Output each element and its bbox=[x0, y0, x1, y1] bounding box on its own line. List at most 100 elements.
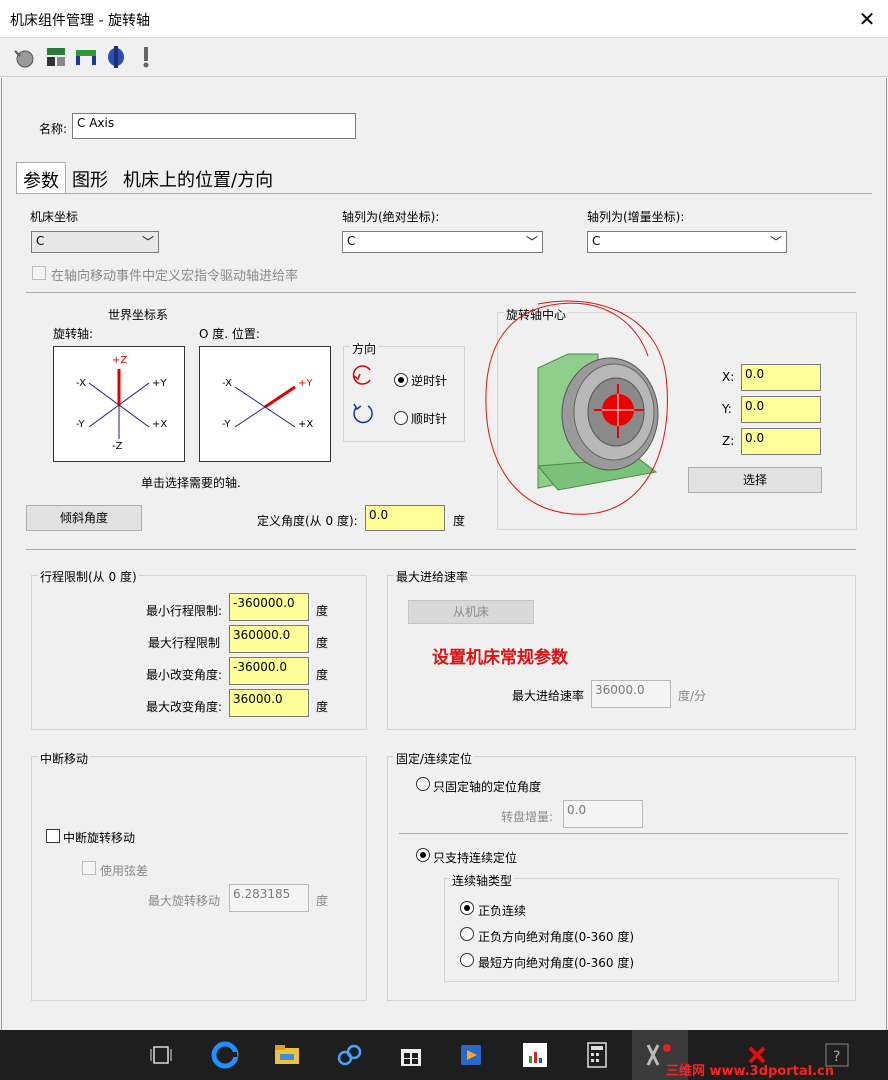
opt1-radio[interactable] bbox=[460, 901, 474, 915]
table-inc-input[interactable]: 0.0 bbox=[563, 800, 643, 828]
cont-type-title: 连续轴类型 bbox=[450, 872, 515, 889]
zero-pos-diagram[interactable]: +Y +X -X -Y bbox=[199, 346, 331, 462]
fixed-radio-label: 只固定轴的定位角度 bbox=[433, 780, 542, 794]
zero-px-label: +X bbox=[298, 419, 314, 430]
axis-icon[interactable] bbox=[104, 45, 128, 69]
zero-pos-label: O 度. 位置: bbox=[199, 327, 260, 341]
fixed-radio[interactable] bbox=[416, 777, 430, 791]
axis-abs-combo[interactable]: C ﹀ bbox=[342, 231, 543, 253]
chevron-down-icon: ﹀ bbox=[769, 235, 782, 249]
network-icon[interactable] bbox=[334, 1040, 364, 1070]
direction-group bbox=[343, 346, 465, 442]
max-change-unit: 度 bbox=[316, 700, 329, 714]
opt2-radio[interactable] bbox=[460, 927, 474, 941]
from-machine-button[interactable]: 从机床 bbox=[408, 600, 534, 624]
svg-text:?: ? bbox=[833, 1049, 840, 1065]
define-angle-unit: 度 bbox=[453, 514, 466, 528]
break-rotation-checkbox[interactable] bbox=[46, 829, 60, 843]
bracket-icon[interactable] bbox=[74, 45, 98, 69]
center-z-label: Z: bbox=[722, 434, 735, 448]
watermark: 三维网 www.3dportal.cn bbox=[666, 1064, 835, 1079]
min-change-unit: 度 bbox=[316, 668, 329, 682]
tab-params[interactable]: 参数 bbox=[16, 162, 66, 194]
rot-nz-label: -Z bbox=[112, 441, 123, 452]
machine-coord-label: 机床坐标 bbox=[30, 210, 79, 224]
min-travel-input[interactable]: -360000.0 bbox=[229, 593, 309, 621]
define-angle-label: 定义角度(从 0 度): bbox=[257, 514, 358, 528]
break-move-group bbox=[31, 756, 367, 1001]
continuous-radio[interactable] bbox=[416, 848, 430, 862]
zero-ny-label: -Y bbox=[222, 419, 231, 430]
file-explorer-icon[interactable] bbox=[272, 1040, 302, 1070]
macro-checkbox-label: 在轴向移动事件中定义宏指令驱动轴进给率 bbox=[51, 269, 299, 284]
rot-axis-diagram[interactable]: +Z +Y +X -X -Y -Z bbox=[53, 346, 185, 462]
max-travel-input[interactable]: 360000.0 bbox=[229, 625, 309, 653]
machine-coord-value: C bbox=[36, 234, 45, 248]
axis-inc-combo[interactable]: C ﹀ bbox=[587, 231, 787, 253]
tilt-angle-button[interactable]: 倾斜角度 bbox=[26, 505, 142, 531]
define-angle-input[interactable]: 0.0 bbox=[365, 505, 445, 531]
window-title: 机床组件管理 - 旋转轴 bbox=[10, 13, 150, 29]
rot-px-label: +X bbox=[152, 419, 168, 430]
max-feed-input[interactable]: 36000.0 bbox=[591, 680, 671, 708]
center-y-input[interactable]: 0.0 bbox=[741, 396, 821, 423]
module-icon[interactable] bbox=[44, 45, 68, 69]
center-x-input[interactable]: 0.0 bbox=[741, 364, 821, 391]
cw-label: 顺时针 bbox=[411, 412, 448, 426]
max-rot-input[interactable]: 6.283185 bbox=[229, 884, 309, 912]
toolbar bbox=[0, 39, 888, 77]
taskbar: ? 三维网 www.3dportal.cn bbox=[0, 1030, 888, 1080]
store-icon[interactable] bbox=[396, 1040, 426, 1070]
opt2-label: 正负方向绝对角度(0-360 度) bbox=[478, 930, 635, 944]
min-change-label: 最小改变角度: bbox=[146, 668, 223, 682]
positioning-title: 固定/连续定位 bbox=[394, 750, 475, 767]
max-rot-label: 最大旋转移动 bbox=[148, 894, 221, 908]
tab-position[interactable]: 机床上的位置/方向 bbox=[119, 162, 277, 196]
axis-abs-label: 轴列为(绝对坐标): bbox=[342, 210, 440, 224]
zero-pos-lines bbox=[234, 385, 296, 428]
cw-arrow-icon bbox=[353, 403, 373, 424]
break-rotation-label: 中断旋转移动 bbox=[63, 831, 136, 845]
max-feed-label: 最大进给速率 bbox=[512, 689, 585, 703]
task-view-icon[interactable] bbox=[146, 1040, 176, 1070]
max-change-input[interactable]: 36000.0 bbox=[229, 689, 309, 717]
max-feed-unit: 度/分 bbox=[678, 689, 707, 703]
calculator-icon[interactable] bbox=[582, 1040, 612, 1070]
opt3-radio[interactable] bbox=[460, 953, 474, 967]
max-change-label: 最大改变角度: bbox=[146, 700, 223, 714]
name-input[interactable]: C Axis bbox=[72, 113, 356, 139]
chord-label: 使用弦差 bbox=[100, 864, 149, 878]
tab-graphics[interactable]: 图形 bbox=[68, 162, 112, 196]
chord-checkbox[interactable] bbox=[82, 861, 96, 875]
rotary-gear-icon[interactable] bbox=[12, 45, 36, 69]
opt3-label: 最短方向绝对角度(0-360 度) bbox=[478, 956, 635, 970]
title-bar: 机床组件管理 - 旋转轴 ✕ bbox=[0, 0, 888, 38]
max-rot-unit: 度 bbox=[316, 894, 329, 908]
close-icon[interactable]: ✕ bbox=[852, 4, 882, 34]
axis-hint: 单击选择需要的轴. bbox=[141, 476, 241, 490]
separator-2 bbox=[26, 549, 856, 550]
world-coord-title: 世界坐标系 bbox=[108, 308, 169, 322]
annotation-text: 设置机床常规参数 bbox=[432, 648, 568, 668]
macro-checkbox[interactable] bbox=[32, 266, 46, 280]
zero-py-label: +Y bbox=[298, 378, 313, 389]
ccw-radio[interactable] bbox=[394, 373, 408, 387]
min-travel-unit: 度 bbox=[316, 604, 329, 618]
separator-3 bbox=[399, 833, 848, 834]
max-travel-label: 最大行程限制 bbox=[148, 636, 221, 650]
media-icon[interactable] bbox=[456, 1040, 486, 1070]
min-change-input[interactable]: -36000.0 bbox=[229, 657, 309, 685]
center-z-input[interactable]: 0.0 bbox=[741, 428, 821, 455]
edge-icon[interactable] bbox=[210, 1040, 240, 1070]
rot-axis-label: 旋转轴: bbox=[53, 327, 94, 341]
warning-icon[interactable] bbox=[134, 45, 158, 69]
axis-inc-label: 轴列为(增量坐标): bbox=[587, 210, 685, 224]
axis-abs-value: C bbox=[347, 234, 356, 248]
zero-nx-label: -X bbox=[222, 378, 232, 389]
tab-underline bbox=[16, 193, 872, 194]
center-y-label: Y: bbox=[722, 402, 732, 416]
machine-coord-combo[interactable]: C ﹀ bbox=[31, 231, 159, 253]
chart-app-icon[interactable] bbox=[520, 1040, 550, 1070]
cw-radio[interactable] bbox=[394, 411, 408, 425]
select-button[interactable]: 选择 bbox=[688, 467, 822, 493]
